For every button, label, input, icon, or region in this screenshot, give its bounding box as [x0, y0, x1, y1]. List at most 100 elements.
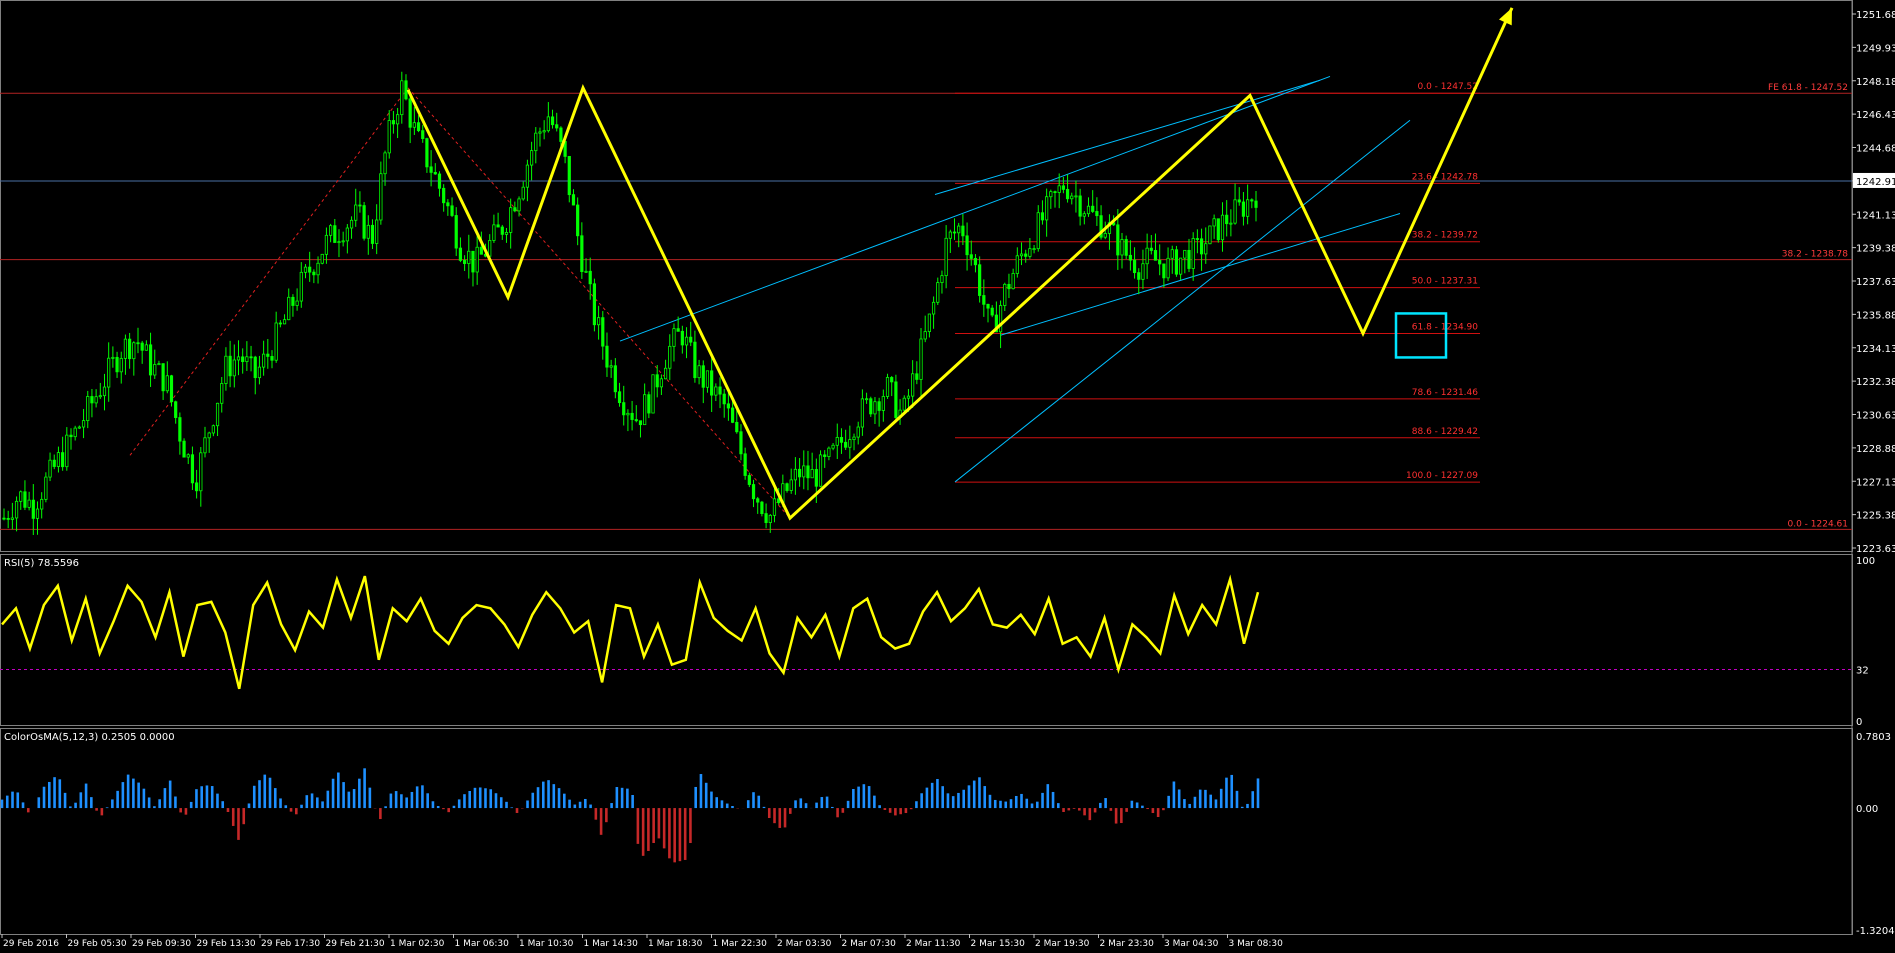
time-tick-label: 1 Mar 22:30 — [713, 939, 768, 949]
time-tick-label: 29 Feb 13:30 — [197, 939, 256, 949]
candle-body — [877, 401, 881, 411]
candle-body — [785, 483, 789, 491]
trading-chart[interactable]: FE 61.8 - 1247.52 38.2 - 1238.78 0.0 - 122… — [0, 0, 1895, 949]
candle-body — [408, 98, 412, 128]
candle-body — [295, 300, 299, 306]
candle-body — [232, 359, 236, 377]
candle-body — [1032, 248, 1036, 251]
price-tick-label: 1241.13 — [1856, 210, 1895, 221]
candle-body — [1011, 273, 1015, 290]
candle-body — [421, 130, 425, 139]
candle-body — [529, 150, 534, 166]
candle-body — [429, 166, 433, 173]
candle-body — [764, 513, 768, 523]
candle-body — [525, 164, 530, 188]
candle-body — [743, 453, 747, 476]
candle-body — [601, 317, 605, 347]
candle-body — [303, 266, 308, 273]
candle-body — [1007, 283, 1011, 290]
rsi-axis-label: 0 — [1856, 717, 1862, 728]
candle-body — [1070, 195, 1074, 200]
candle-body — [437, 173, 442, 189]
time-tick-label: 2 Mar 19:30 — [1035, 939, 1090, 949]
candle-body — [1124, 239, 1128, 256]
candle-body — [299, 271, 303, 302]
candle-body — [207, 432, 211, 439]
candle-body — [605, 345, 609, 368]
candle-body — [638, 420, 643, 426]
candle-body — [923, 331, 927, 340]
fib-level-label: 38.2 - 1239.72 — [1412, 231, 1478, 241]
time-tick-label: 29 Feb 09:30 — [132, 939, 191, 949]
candle-body — [1086, 205, 1091, 215]
candle-body — [689, 336, 693, 343]
price-tick-label: 1227.13 — [1856, 477, 1895, 488]
candle-body — [349, 219, 354, 229]
candle-body — [902, 397, 906, 411]
candle-body — [220, 383, 224, 404]
osma-axis-label: 0.00 — [1856, 804, 1878, 815]
candle-body — [199, 452, 203, 492]
candle-body — [366, 224, 370, 239]
price-tick-label: 1248.18 — [1856, 77, 1895, 88]
candle-body — [337, 241, 341, 244]
candle-body — [1036, 212, 1040, 250]
candle-body — [27, 499, 31, 508]
candle-body — [1015, 255, 1019, 274]
time-tick-label: 1 Mar 06:30 — [455, 939, 510, 949]
candle-body — [735, 421, 739, 433]
candle-body — [839, 437, 844, 443]
candle-body — [643, 394, 647, 426]
candle-body — [211, 425, 215, 434]
chart-canvas[interactable]: FE 61.8 - 1247.52 38.2 - 1238.78 0.0 - 122… — [0, 0, 1895, 949]
price-tick-label: 1246.43 — [1856, 110, 1895, 121]
candle-body — [278, 322, 282, 325]
candle-body — [680, 330, 684, 346]
candle-body — [144, 344, 148, 351]
candle-body — [697, 365, 701, 379]
candle-body — [1208, 225, 1212, 245]
candle-body — [806, 465, 810, 479]
rsi-pane-frame — [0, 554, 1853, 726]
candle-body — [1225, 214, 1229, 225]
candle-body — [555, 124, 559, 129]
candle-body — [492, 224, 496, 241]
time-tick-label: 3 Mar 04:30 — [1164, 939, 1219, 949]
candle-body — [538, 131, 542, 134]
time-tick-label: 2 Mar 11:30 — [906, 939, 961, 949]
candle-body — [701, 365, 705, 388]
candle-body — [73, 427, 77, 438]
candle-body — [463, 260, 467, 264]
fib-level-label: 100.0 - 1227.09 — [1406, 471, 1478, 481]
candle-body — [329, 225, 333, 236]
candle-body — [274, 322, 278, 361]
candle-body — [693, 341, 697, 379]
candle-body — [442, 187, 446, 204]
candle-body — [1141, 263, 1145, 280]
candle-body — [35, 508, 40, 519]
candle-body — [182, 440, 186, 458]
candle-body — [6, 518, 10, 520]
candle-body — [818, 454, 823, 487]
candle-body — [961, 225, 965, 237]
candle-body — [513, 207, 517, 212]
candle-body — [726, 403, 731, 409]
candle-body — [44, 476, 48, 500]
price-tick-label: 1235.88 — [1856, 310, 1895, 321]
candle-body — [835, 437, 839, 446]
candle-body — [1195, 238, 1199, 240]
candle-body — [467, 250, 471, 264]
candle-body — [747, 475, 751, 485]
candle-body — [266, 353, 270, 357]
time-tick-label: 29 Feb 2016 — [3, 939, 59, 949]
candle-body — [1229, 222, 1233, 225]
candle-body — [291, 296, 295, 306]
fib-level-label: 78.6 - 1231.46 — [1412, 388, 1478, 398]
candle-body — [831, 444, 835, 449]
time-axis: 29 Feb 2016 29 Feb 05:30 29 Feb 09:30 29 Fe… — [1, 934, 1283, 949]
candle-body — [927, 313, 931, 332]
candle-body — [1145, 247, 1149, 265]
candle-body — [1116, 224, 1120, 256]
candle-body — [613, 365, 617, 393]
candle-body — [1057, 185, 1061, 193]
